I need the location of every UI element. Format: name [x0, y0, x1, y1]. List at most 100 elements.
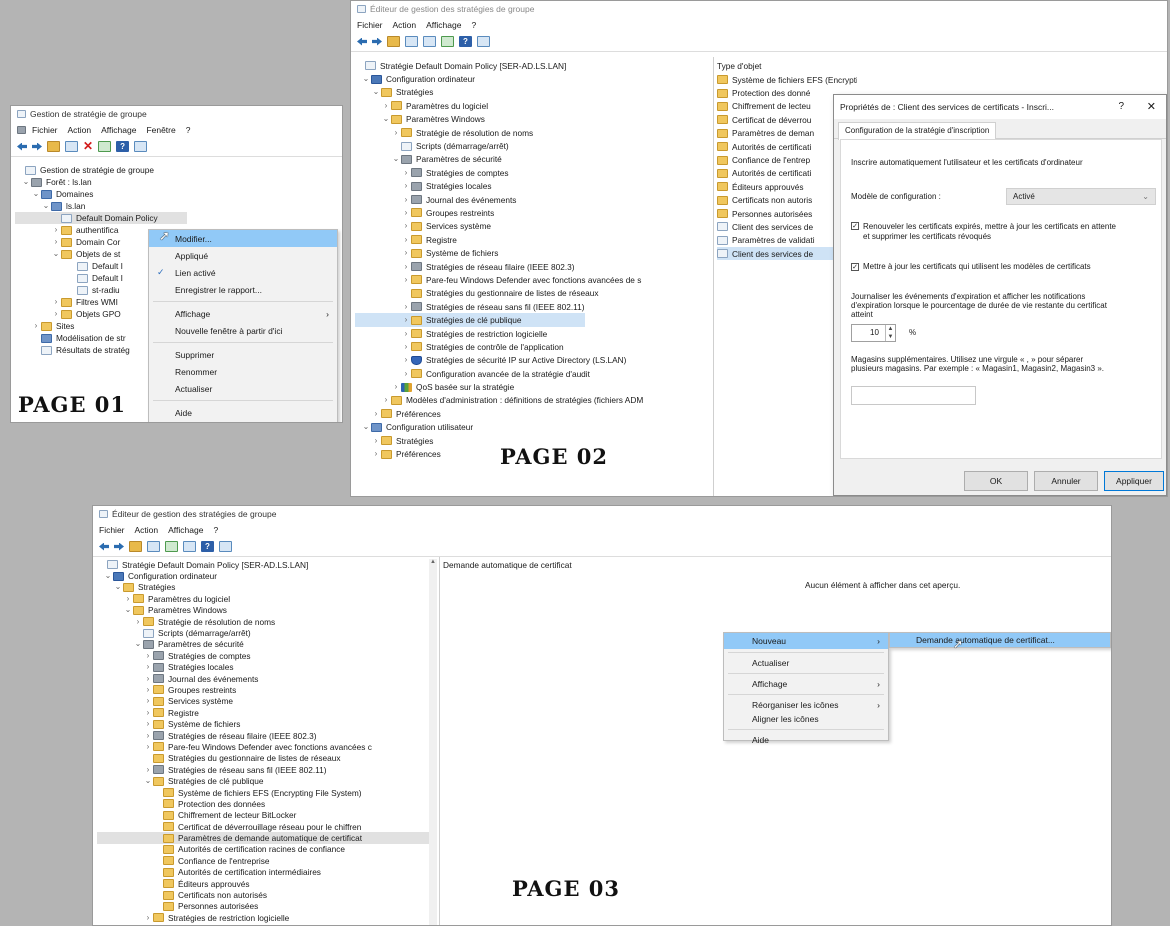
tree-node[interactable]: › Groupes restreints	[97, 684, 429, 695]
scroll-up-icon[interactable]: ▲	[429, 559, 437, 565]
tree-node[interactable]: › Stratégies locales	[355, 180, 710, 193]
list-header[interactable]: Type d'objet	[717, 59, 857, 73]
up-folder-icon[interactable]	[129, 541, 142, 552]
chevron-right-icon[interactable]: ›	[51, 296, 61, 308]
chevron-right-icon[interactable]: ›	[401, 354, 411, 366]
model-select[interactable]: Activé ⌄	[1006, 188, 1156, 205]
tree-node[interactable]: › Stratégie de résolution de noms	[97, 616, 429, 627]
spinner-arrows-icon[interactable]: ▲ ▼	[885, 325, 895, 341]
export-list-icon[interactable]	[423, 36, 436, 47]
chevron-right-icon[interactable]: ›	[143, 650, 153, 662]
chevron-right-icon[interactable]: ›	[401, 368, 411, 380]
stores-input[interactable]	[851, 386, 976, 405]
menu-action[interactable]: Action	[68, 125, 92, 135]
tree-node[interactable]: Stratégies du gestionnaire de listes de …	[97, 753, 429, 764]
chevron-right-icon[interactable]: ›	[143, 741, 153, 753]
chevron-right-icon[interactable]: ›	[401, 180, 411, 192]
menu-item-affichage[interactable]: Affichage ›	[149, 305, 337, 322]
chevron-right-icon[interactable]: ›	[371, 408, 381, 420]
menu-item-reorganiser[interactable]: Réorganiser les icônes ›	[724, 698, 888, 712]
tree-node[interactable]: ⌄ Stratégies de clé publique	[97, 775, 429, 786]
tree-node[interactable]: Stratégie Default Domain Policy [SER-AD.…	[355, 59, 710, 72]
tree-node[interactable]: › Stratégies de comptes	[97, 650, 429, 661]
tree-node[interactable]: › Stratégies de réseau filaire (IEEE 802.…	[97, 730, 429, 741]
tree-node[interactable]: › Stratégies de réseau sans fil (IEEE 802…	[355, 300, 710, 313]
tree-node[interactable]: › Pare-feu Windows Defender avec fonction…	[355, 273, 710, 286]
menu-item-lien-active[interactable]: ✓ Lien activé	[149, 264, 337, 281]
tree-node[interactable]: Default Domain Policy	[15, 212, 187, 224]
tree-node[interactable]: › Paramètres du logiciel	[355, 99, 710, 112]
tree-node[interactable]: › Préférences	[355, 407, 710, 420]
chevron-right-icon[interactable]: ›	[51, 308, 61, 320]
tree-node[interactable]: Autorités de certification racines de co…	[97, 844, 429, 855]
menu-item-aligner[interactable]: Aligner les icônes	[724, 712, 888, 726]
chevron-down-icon[interactable]: ⌄	[361, 421, 371, 433]
tree-node[interactable]: Gestion de stratégie de groupe	[15, 164, 335, 176]
tree-node[interactable]: ⌄ Configuration ordinateur	[355, 72, 710, 85]
chevron-down-icon[interactable]: ⌄	[391, 153, 401, 165]
tree-node[interactable]: › Configuration avancée de la stratégie d…	[355, 367, 710, 380]
pane-divider[interactable]	[713, 57, 714, 496]
chevron-down-icon[interactable]: ⌄	[123, 604, 133, 616]
show-tree-icon[interactable]	[147, 541, 160, 552]
menu-item-affichage[interactable]: Affichage ›	[724, 677, 888, 691]
tree-node[interactable]: Paramètres de demande automatique de cer…	[97, 832, 429, 844]
chevron-down-icon[interactable]: ⌄	[361, 73, 371, 85]
menu-item-enregistrer-rapport[interactable]: Enregistrer le rapport...	[149, 281, 337, 298]
chevron-right-icon[interactable]: ›	[143, 695, 153, 707]
chevron-down-icon[interactable]: ⌄	[133, 638, 143, 650]
chevron-right-icon[interactable]: ›	[381, 394, 391, 406]
menu-help[interactable]: ?	[471, 20, 476, 30]
apply-button[interactable]: Appliquer	[1104, 471, 1164, 491]
tree-node[interactable]: › Stratégies de sécurité IP sur Active Di…	[355, 354, 710, 367]
chevron-right-icon[interactable]: ›	[143, 718, 153, 730]
tree-node[interactable]: ⌄ Configuration utilisateur	[355, 421, 710, 434]
chevron-down-icon[interactable]: ⌄	[371, 86, 381, 98]
chevron-right-icon[interactable]: ›	[133, 616, 143, 628]
close-icon[interactable]: ✕	[1147, 100, 1156, 113]
chevron-right-icon[interactable]: ›	[371, 448, 381, 460]
tree-node[interactable]: ⌄ Stratégies	[355, 86, 710, 99]
tree-node[interactable]: › Stratégie de résolution de noms	[355, 126, 710, 139]
tree-node[interactable]: › Système de fichiers	[97, 718, 429, 729]
tree-node[interactable]: Chiffrement de lecteur BitLocker	[97, 810, 429, 821]
chevron-right-icon[interactable]: ›	[401, 194, 411, 206]
chevron-right-icon[interactable]: ›	[123, 593, 133, 605]
tree-node[interactable]: › Registre	[97, 707, 429, 718]
show-tree-icon[interactable]	[65, 141, 78, 152]
chevron-right-icon[interactable]: ›	[51, 224, 61, 236]
properties-icon[interactable]	[441, 36, 454, 47]
menu-help[interactable]: ?	[186, 125, 191, 135]
chevron-down-icon[interactable]: ⌄	[51, 248, 61, 260]
chevron-right-icon[interactable]: ›	[381, 100, 391, 112]
menu-help[interactable]: ?	[213, 525, 218, 535]
tree-node[interactable]: Système de fichiers EFS (Encrypting File…	[97, 787, 429, 798]
renew-checkbox[interactable]: ✓	[851, 222, 859, 230]
menu-item-nouveau[interactable]: Nouveau ›	[724, 633, 888, 649]
chevron-right-icon[interactable]: ›	[401, 247, 411, 259]
help-icon[interactable]: ?	[201, 541, 214, 552]
menu-action[interactable]: Action	[393, 20, 417, 30]
forward-arrow-icon[interactable]	[32, 142, 42, 151]
tree-scrollbar[interactable]: ▲	[429, 559, 437, 925]
tree-node[interactable]: › Modèles d'administration : définitions …	[355, 394, 710, 407]
chevron-right-icon[interactable]: ›	[143, 661, 153, 673]
menu-fichier[interactable]: Fichier	[99, 525, 125, 535]
tree-node[interactable]: ⌄ Paramètres de sécurité	[97, 639, 429, 650]
chevron-right-icon[interactable]: ›	[391, 381, 401, 393]
pane-divider[interactable]	[439, 557, 440, 925]
update-checkbox[interactable]: ✓	[851, 263, 859, 271]
chevron-right-icon[interactable]: ›	[401, 328, 411, 340]
tree-node[interactable]: Éditeurs approuvés	[97, 878, 429, 889]
chevron-down-icon[interactable]: ⌄	[143, 775, 153, 787]
chevron-right-icon[interactable]: ›	[401, 341, 411, 353]
tree-node[interactable]: › Journal des événements	[97, 673, 429, 684]
chevron-right-icon[interactable]: ›	[401, 274, 411, 286]
menu-item-actualiser[interactable]: Actualiser	[724, 656, 888, 670]
tree-node[interactable]: Stratégies du gestionnaire de listes de …	[355, 287, 710, 300]
menu-affichage[interactable]: Affichage	[426, 20, 461, 30]
update-checkbox-row[interactable]: ✓ Mettre à jour les certificats qui util…	[851, 262, 1091, 272]
window-menu-icon[interactable]	[17, 125, 26, 134]
tree-node[interactable]: Autorités de certification intermédiaire…	[97, 867, 429, 878]
tree-node[interactable]: ⌄ Paramètres Windows	[97, 605, 429, 616]
